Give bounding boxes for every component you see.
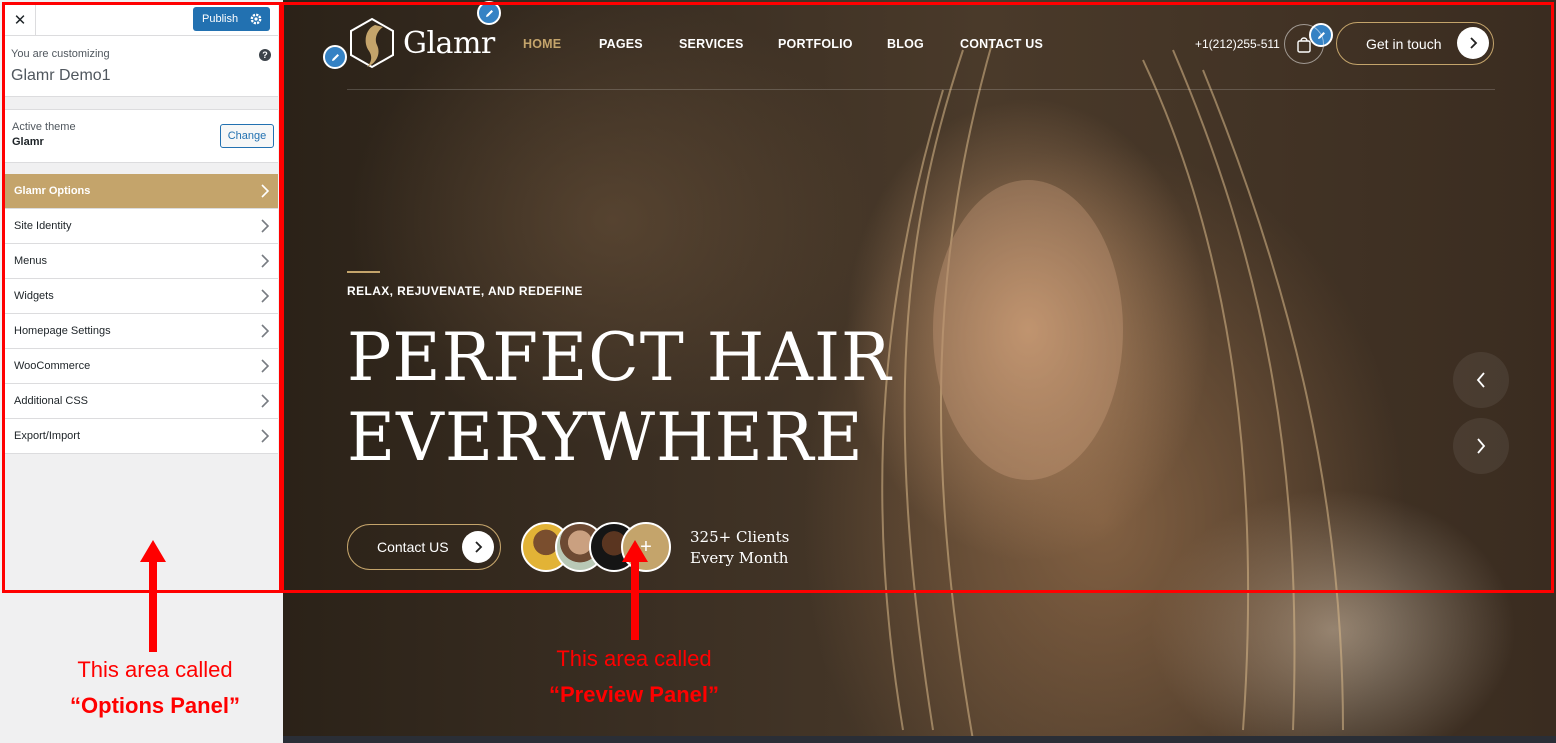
preview-bottom-strip (283, 736, 1556, 743)
customizer-menu: Glamr Options Site Identity Menus Widget… (5, 174, 278, 454)
customizer-header: ✕ Publish (5, 5, 278, 36)
active-theme-section: Active theme Glamr Change (5, 109, 278, 163)
site-logo[interactable]: Glamr (347, 17, 495, 69)
clients-line1: 325+ Clients (690, 528, 790, 546)
menu-item-site-identity[interactable]: Site Identity (5, 209, 278, 244)
chevron-right-icon (261, 359, 270, 373)
menu-item-woocommerce[interactable]: WooCommerce (5, 349, 278, 384)
contact-us-button[interactable]: Contact US (347, 524, 501, 570)
tagline-accent-line (347, 271, 380, 273)
get-in-touch-button[interactable]: Get in touch (1336, 22, 1494, 65)
site-name: Glamr Demo1 (11, 67, 111, 84)
preview-panel-annotation: This area called “Preview Panel” (520, 641, 748, 713)
chevron-right-icon (261, 289, 270, 303)
nav-pages[interactable]: PAGES (599, 37, 643, 51)
nav-services[interactable]: SERVICES (679, 37, 744, 51)
shopping-bag-icon (1297, 36, 1311, 53)
contact-us-label: Contact US (377, 539, 449, 555)
help-icon[interactable]: ? (259, 49, 271, 61)
menu-item-label: WooCommerce (14, 360, 91, 372)
phone-number[interactable]: +1(212)255-511 (1195, 37, 1280, 51)
chevron-right-icon (261, 219, 270, 233)
menu-item-additional-css[interactable]: Additional CSS (5, 384, 278, 419)
site-preview: Glamr HOME PAGES SERVICES PORTFOLIO BLOG… (283, 0, 1556, 743)
active-theme-name: Glamr (12, 136, 44, 148)
customizing-label: You are customizing (11, 48, 110, 60)
nav-blog[interactable]: BLOG (887, 37, 924, 51)
active-theme-label: Active theme (12, 121, 76, 133)
menu-item-label: Widgets (14, 290, 54, 302)
gear-icon[interactable] (248, 11, 264, 27)
menu-item-glamr-options[interactable]: Glamr Options (5, 174, 278, 209)
hero-headline-line2: EVERYWHERE (347, 399, 864, 476)
menu-item-label: Homepage Settings (14, 325, 111, 337)
arrow-right-icon (1457, 27, 1489, 59)
nav-contact-us[interactable]: CONTACT US (960, 37, 1043, 51)
chevron-right-icon (261, 184, 270, 198)
chevron-right-icon (1477, 438, 1486, 454)
hero-tagline: RELAX, REJUVENATE, AND REDEFINE (347, 284, 583, 298)
menu-item-homepage-settings[interactable]: Homepage Settings (5, 314, 278, 349)
chevron-right-icon (261, 324, 270, 338)
change-theme-button[interactable]: Change (220, 124, 274, 148)
menu-item-label: Export/Import (14, 430, 81, 442)
preview-annotation-line1: This area called (556, 646, 712, 671)
cart-button[interactable] (1284, 24, 1324, 64)
nav-portfolio[interactable]: PORTFOLIO (778, 37, 853, 51)
edit-logo-pencil-icon[interactable] (323, 45, 347, 69)
clients-line2: Every Month (690, 549, 789, 567)
nav-home[interactable]: HOME (523, 37, 561, 51)
slider-prev-button[interactable] (1453, 352, 1509, 408)
slider-next-button[interactable] (1453, 418, 1509, 474)
publish-button-label: Publish (202, 13, 239, 25)
menu-item-widgets[interactable]: Widgets (5, 279, 278, 314)
logo-emblem-icon (350, 17, 394, 69)
chevron-left-icon (1476, 372, 1485, 388)
header-divider (347, 89, 1495, 90)
get-in-touch-label: Get in touch (1366, 35, 1442, 52)
clients-count: 325+ Clients Every Month (690, 527, 789, 569)
chevron-right-icon (261, 429, 270, 443)
menu-item-menus[interactable]: Menus (5, 244, 278, 279)
preview-arrow (622, 540, 648, 640)
menu-item-label: Glamr Options (14, 185, 91, 197)
menu-item-label: Menus (14, 255, 48, 267)
publish-button[interactable]: Publish (193, 7, 270, 31)
preview-annotation-line2: “Preview Panel” (549, 682, 719, 707)
menu-item-label: Site Identity (14, 220, 72, 232)
options-arrow (140, 540, 166, 652)
arrow-right-icon (462, 531, 494, 563)
hero-headline: PERFECT HAIR EVERYWHERE (347, 318, 892, 478)
close-customizer-button[interactable]: ✕ (5, 5, 36, 35)
hero-photo (881, 39, 1344, 741)
logo-text: Glamr (403, 25, 495, 61)
menu-item-export-import[interactable]: Export/Import (5, 419, 278, 454)
menu-item-label: Additional CSS (14, 395, 88, 407)
options-annotation-line1: This area called (77, 657, 233, 682)
chevron-right-icon (261, 254, 270, 268)
chevron-right-icon (261, 394, 270, 408)
options-annotation-line2: “Options Panel” (70, 693, 240, 718)
hero-headline-line1: PERFECT HAIR (347, 319, 892, 396)
customizing-info: You are customizing Glamr Demo1 ? (5, 36, 278, 97)
options-panel-annotation: This area called “Options Panel” (30, 652, 280, 724)
